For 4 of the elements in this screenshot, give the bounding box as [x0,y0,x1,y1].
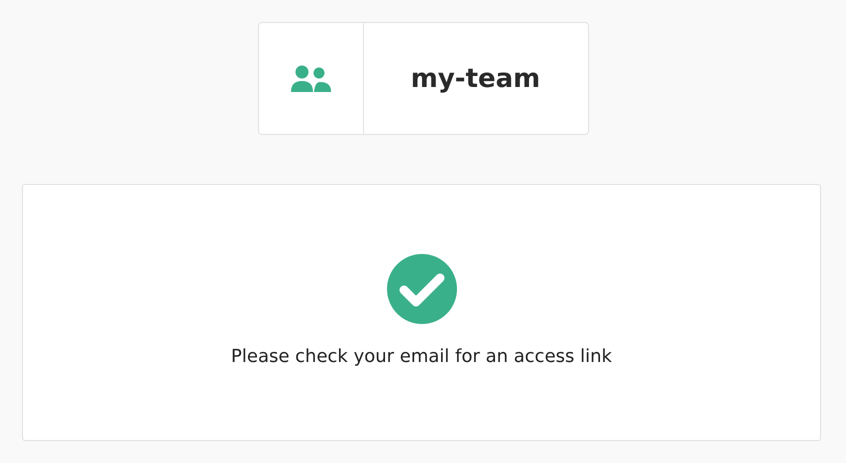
team-name: my-team [410,64,540,94]
check-icon [386,254,456,324]
users-icon [290,64,332,94]
confirmation-message: Please check your email for an access link [231,346,612,367]
